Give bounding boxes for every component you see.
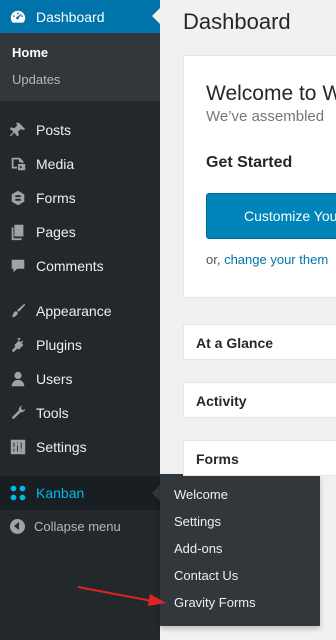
menu-media[interactable]: Media <box>0 150 160 178</box>
speedometer-icon <box>0 8 36 26</box>
dashboard-submenu: Home Updates <box>0 33 160 101</box>
menu-appearance[interactable]: Appearance <box>0 297 160 325</box>
menu-tools[interactable]: Tools <box>0 399 160 427</box>
flyout-item-addons[interactable]: Add-ons <box>174 541 222 556</box>
customize-site-button[interactable]: Customize You <box>206 193 336 239</box>
collapse-icon <box>0 518 34 534</box>
wrench-icon <box>0 404 36 422</box>
user-icon <box>0 370 36 388</box>
activity-box[interactable]: Activity <box>183 382 336 418</box>
menu-pages-label: Pages <box>36 224 76 240</box>
menu-users[interactable]: Users <box>0 365 160 393</box>
forms-title: Forms <box>196 451 239 467</box>
menu-settings-label: Settings <box>36 439 87 455</box>
page-title: Dashboard <box>183 9 291 34</box>
menu-plugins-label: Plugins <box>36 337 82 353</box>
menu-comments[interactable]: Comments <box>0 252 160 280</box>
flyout-item-contact-us[interactable]: Contact Us <box>174 568 238 583</box>
menu-kanban-label: Kanban <box>36 485 85 501</box>
welcome-subtitle: We’ve assembled <box>206 108 325 125</box>
menu-media-label: Media <box>36 156 75 172</box>
menu-kanban[interactable]: Kanban <box>0 476 160 510</box>
collapse-menu-label: Collapse menu <box>34 518 121 534</box>
menu-tools-label: Tools <box>36 405 69 421</box>
submenu-home[interactable]: Home <box>12 45 48 60</box>
comment-icon <box>0 257 36 275</box>
menu-forms-label: Forms <box>36 190 76 206</box>
menu-posts[interactable]: Posts <box>0 116 160 144</box>
flyout-item-settings[interactable]: Settings <box>174 514 221 529</box>
submenu-updates[interactable]: Updates <box>12 72 60 87</box>
menu-plugins[interactable]: Plugins <box>0 331 160 359</box>
at-a-glance-box[interactable]: At a Glance <box>183 324 336 360</box>
at-a-glance-title: At a Glance <box>196 335 274 351</box>
menu-dashboard-label: Dashboard <box>36 8 105 25</box>
kanban-icon <box>0 484 36 502</box>
or-prefix: or, <box>206 252 225 267</box>
menu-settings[interactable]: Settings <box>0 433 160 461</box>
sliders-icon <box>0 438 36 456</box>
menu-comments-label: Comments <box>36 258 104 274</box>
flyout-item-gravity-forms[interactable]: Gravity Forms <box>174 595 256 610</box>
change-theme-link[interactable]: change your them <box>224 252 328 267</box>
welcome-title: Welcome to W <box>206 82 336 105</box>
admin-sidebar: Dashboard Home Updates Posts Media Forms… <box>0 0 160 640</box>
forms-box[interactable]: Forms <box>183 440 336 476</box>
get-started-heading: Get Started <box>206 154 293 171</box>
kanban-flyout-submenu: Welcome Settings Add-ons Contact Us Grav… <box>160 474 320 626</box>
menu-posts-label: Posts <box>36 122 72 138</box>
pin-icon <box>0 121 36 139</box>
annotation-arrow-icon <box>77 586 166 606</box>
menu-dashboard[interactable]: Dashboard <box>0 0 160 33</box>
brush-icon <box>0 302 36 320</box>
forms-icon <box>0 189 36 207</box>
menu-pages[interactable]: Pages <box>0 218 160 246</box>
change-theme-line: or, change your them <box>206 252 328 267</box>
welcome-panel: Welcome to W We’ve assembled Get Started… <box>183 55 336 298</box>
flyout-pointer <box>152 485 160 501</box>
current-menu-arrow <box>152 8 160 24</box>
pages-icon <box>0 223 36 241</box>
collapse-menu-button[interactable]: Collapse menu <box>0 511 160 541</box>
plug-icon <box>0 336 36 354</box>
menu-forms[interactable]: Forms <box>0 184 160 212</box>
menu-users-label: Users <box>36 371 73 387</box>
menu-appearance-label: Appearance <box>36 303 112 319</box>
flyout-item-welcome[interactable]: Welcome <box>174 487 228 502</box>
activity-title: Activity <box>196 393 247 409</box>
media-icon <box>0 155 36 173</box>
